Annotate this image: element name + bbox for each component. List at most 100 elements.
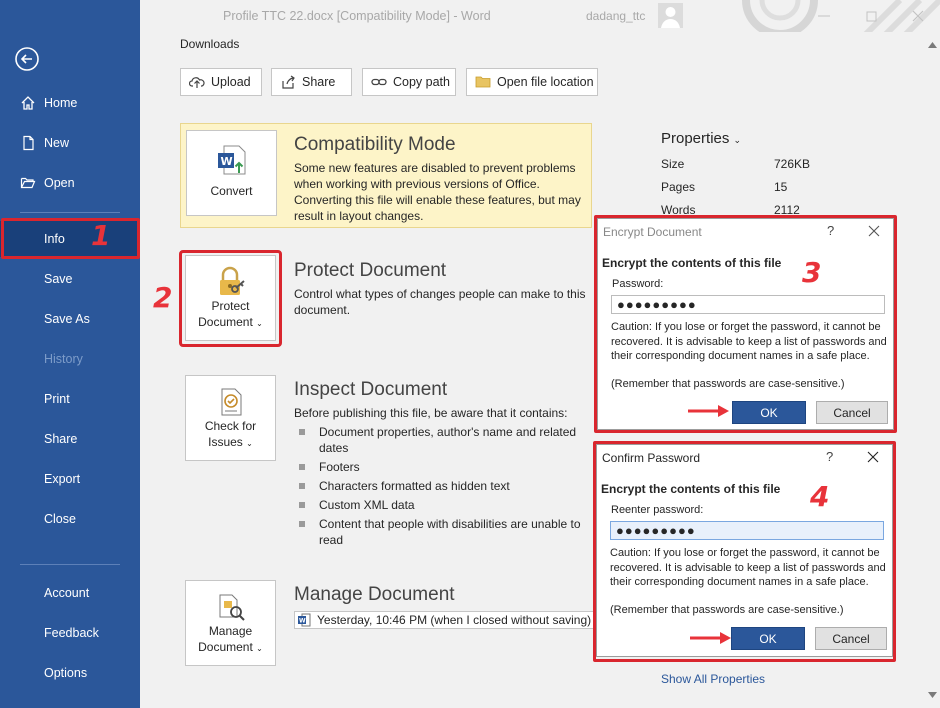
compatibility-mode-title: Compatibility Mode: [294, 134, 456, 155]
sidebar-item-export[interactable]: Export: [0, 461, 140, 497]
autosave-version-item[interactable]: W Yesterday, 10:46 PM (when I closed wit…: [294, 611, 597, 629]
list-item: Footers: [294, 459, 590, 475]
window-title: Profile TTC 22.docx [Compatibility Mode]…: [223, 9, 491, 23]
open-file-location-button[interactable]: Open file location: [466, 68, 598, 96]
sidebar-item-label: History: [44, 352, 83, 366]
annotation-box-confirm: [593, 441, 896, 662]
property-value: 726KB: [774, 157, 811, 171]
sidebar-item-label: Open: [44, 176, 75, 190]
property-key: Pages: [661, 180, 696, 194]
protect-document-description: Control what types of changes people can…: [294, 287, 586, 317]
sidebar-item-label: Save As: [44, 312, 90, 326]
share-label: Share: [302, 75, 336, 89]
step-number-2: 2: [153, 281, 173, 314]
sidebar-item-new[interactable]: New: [0, 125, 140, 161]
sidebar-item-label: Export: [44, 472, 81, 486]
scroll-up-icon[interactable]: [928, 42, 937, 48]
new-document-icon: [18, 135, 38, 151]
protect-document-title: Protect Document: [294, 260, 447, 281]
sidebar-item-label: Print: [44, 392, 70, 406]
check-issues-label-line1: Check for: [204, 419, 257, 433]
manage-document-title: Manage Document: [294, 584, 455, 605]
list-item: Document properties, author's name and r…: [294, 424, 590, 456]
sidebar-item-label: New: [44, 136, 70, 150]
property-key: Size: [661, 157, 685, 171]
chevron-down-icon: ⌄: [256, 644, 263, 653]
sidebar-item-label: Save: [44, 272, 73, 286]
sidebar-item-label: Close: [44, 512, 76, 526]
sidebar-item-label: Account: [44, 586, 90, 600]
sidebar-item-save[interactable]: Save: [0, 261, 140, 297]
property-value: 15: [774, 180, 788, 194]
sidebar-item-share[interactable]: Share: [0, 421, 140, 457]
backstage-sidebar: Home New Open Info Save Save As History …: [0, 0, 140, 708]
upload-label: Upload: [211, 75, 251, 89]
annotation-box-encrypt: [594, 215, 897, 433]
home-icon: [18, 95, 38, 111]
manage-document-icon: [219, 594, 245, 621]
close-window-icon[interactable]: [910, 8, 926, 24]
step-number-3: 3: [802, 256, 822, 289]
chevron-down-icon: ⌄: [246, 439, 253, 448]
open-location-label: Open file location: [497, 75, 594, 89]
sidebar-item-feedback[interactable]: Feedback: [0, 615, 140, 651]
sidebar-item-home[interactable]: Home: [0, 85, 140, 121]
convert-button[interactable]: W Convert: [186, 130, 277, 216]
sidebar-item-close[interactable]: Close: [0, 501, 140, 537]
sidebar-item-open[interactable]: Open: [0, 165, 140, 201]
minimize-icon[interactable]: [816, 8, 832, 24]
check-issues-label-line2: Issues ⌄: [208, 434, 253, 452]
copy-path-label: Copy path: [393, 75, 450, 89]
sidebar-item-label: Share: [44, 432, 78, 446]
sidebar-item-print[interactable]: Print: [0, 381, 140, 417]
manage-document-button[interactable]: Manage Document ⌄: [185, 580, 276, 666]
scroll-down-icon[interactable]: [928, 692, 937, 698]
sidebar-item-label: Options: [44, 666, 88, 680]
show-all-properties-link[interactable]: Show All Properties: [661, 672, 765, 686]
annotation-box-info: [1, 218, 140, 259]
word-document-icon: W: [298, 613, 311, 627]
scrollbar[interactable]: [925, 32, 940, 708]
version-label: Yesterday, 10:46 PM (when I closed witho…: [317, 613, 592, 627]
share-button[interactable]: Share: [271, 68, 352, 96]
manage-label-text: Document: [198, 640, 253, 654]
compatibility-mode-description: Some new features are disabled to preven…: [294, 161, 581, 223]
avatar[interactable]: [658, 3, 683, 28]
restore-icon[interactable]: [864, 8, 880, 24]
sidebar-divider: [20, 212, 120, 213]
manage-label-line2: Document ⌄: [198, 639, 263, 657]
svg-text:W: W: [220, 155, 232, 168]
sidebar-item-history: History: [0, 341, 140, 377]
red-arrow-icon: [688, 405, 729, 417]
title-bar: Profile TTC 22.docx [Compatibility Mode]…: [140, 0, 940, 32]
sidebar-item-label: Home: [44, 96, 78, 110]
upload-icon: [189, 77, 205, 88]
folder-icon: [475, 76, 491, 88]
check-issues-icon: [221, 388, 241, 416]
sidebar-item-options[interactable]: Options: [0, 655, 140, 691]
file-location: Downloads: [180, 37, 240, 51]
list-item: Custom XML data: [294, 497, 590, 513]
sidebar-divider: [20, 564, 120, 565]
step-number-4: 4: [810, 480, 830, 513]
list-item: Content that people with disabilities ar…: [294, 516, 590, 548]
properties-header[interactable]: Properties ⌄: [661, 130, 741, 147]
copy-path-button[interactable]: Copy path: [362, 68, 456, 96]
share-icon: [282, 75, 295, 89]
step-number-1: 1: [91, 219, 111, 252]
check-for-issues-button[interactable]: Check for Issues ⌄: [185, 375, 276, 461]
back-arrow-icon[interactable]: [14, 46, 40, 72]
user-name[interactable]: dadang_ttc: [586, 9, 645, 23]
red-arrow-icon: [690, 632, 731, 644]
open-folder-icon: [18, 175, 38, 191]
properties-title: Properties: [661, 130, 730, 147]
user-avatar-icon: [661, 7, 680, 28]
inspect-document-title: Inspect Document: [294, 379, 448, 400]
link-icon: [371, 78, 387, 86]
sidebar-item-account[interactable]: Account: [0, 575, 140, 611]
sidebar-item-label: Feedback: [44, 626, 99, 640]
convert-label: Convert: [210, 184, 253, 198]
sidebar-item-save-as[interactable]: Save As: [0, 301, 140, 337]
upload-button[interactable]: Upload: [180, 68, 262, 96]
check-issues-label-text: Issues: [208, 435, 243, 449]
